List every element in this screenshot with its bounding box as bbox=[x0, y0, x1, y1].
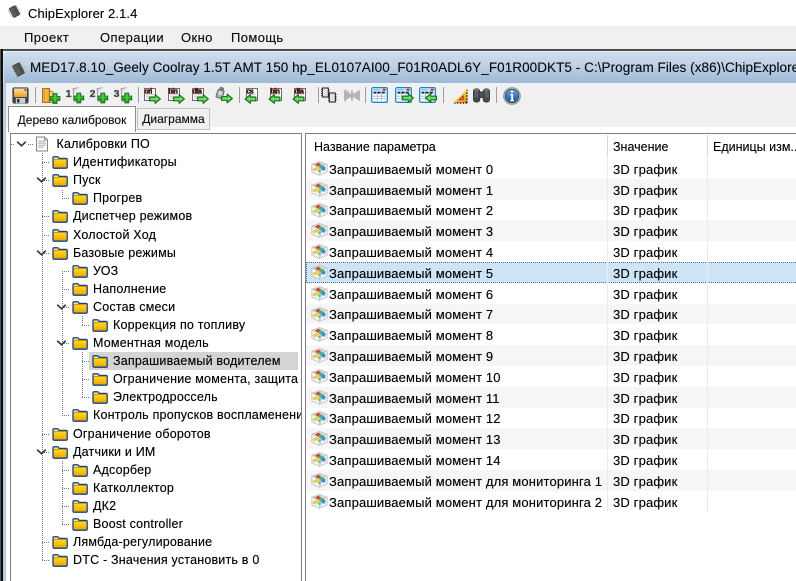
svg-text:dta: dta bbox=[192, 88, 202, 95]
svg-text:ori: ori bbox=[144, 88, 152, 95]
svg-text:dta: dta bbox=[294, 88, 304, 95]
svg-text:1: 1 bbox=[66, 88, 72, 100]
svg-text:2: 2 bbox=[90, 88, 96, 100]
svg-text:bin: bin bbox=[168, 88, 177, 95]
svg-text:3: 3 bbox=[114, 88, 120, 100]
svg-text:bin: bin bbox=[270, 88, 279, 95]
